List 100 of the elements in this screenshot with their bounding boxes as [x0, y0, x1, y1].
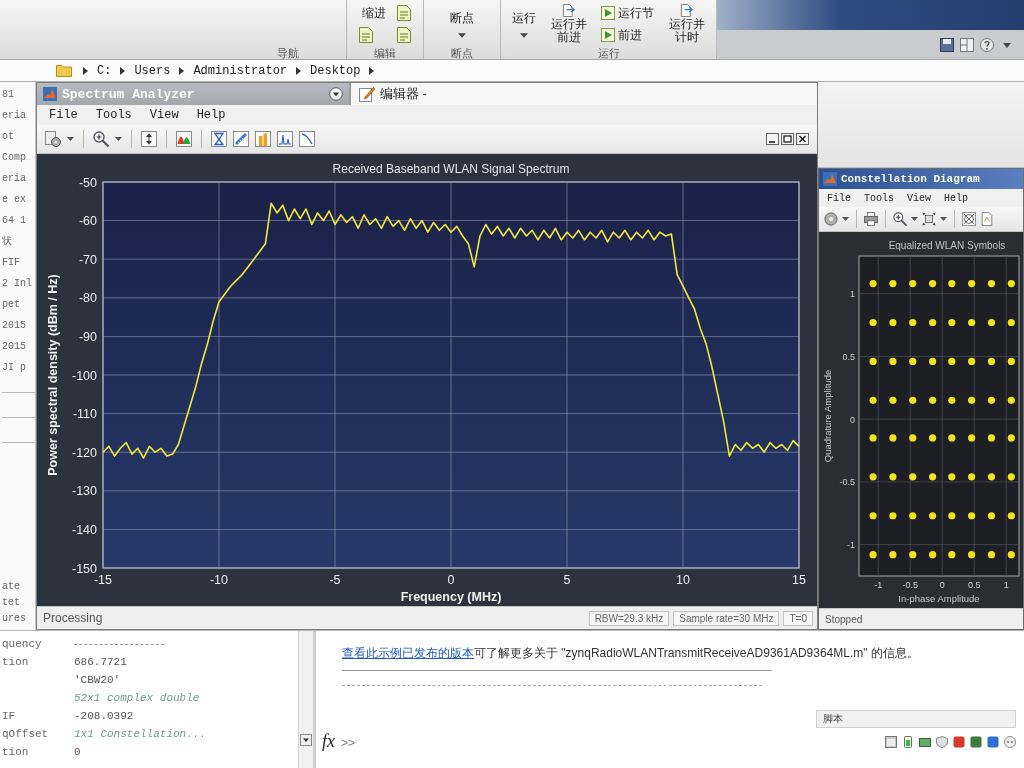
y-tick-label: -120	[71, 445, 97, 460]
curve-icon[interactable]	[299, 131, 315, 147]
status-field: Sample rate=30 MHz	[673, 610, 780, 626]
x-tick-label: -0.5	[902, 580, 918, 590]
status-text: Stopped	[825, 613, 863, 625]
ring-icon[interactable]	[824, 212, 838, 226]
x-tick-label: 15	[792, 573, 806, 587]
menu-item[interactable]: View	[147, 107, 181, 123]
window-icon[interactable]	[885, 736, 897, 748]
spectrum-icon[interactable]	[176, 131, 192, 147]
menu-item[interactable]: Help	[194, 107, 228, 123]
y-tick-label: 0	[850, 414, 855, 425]
panel-text: FIF	[2, 256, 20, 269]
save-icon[interactable]	[940, 37, 954, 52]
x-tick-label: 0	[939, 580, 945, 590]
chevron-icon[interactable]	[120, 66, 126, 75]
shield-icon[interactable]	[936, 736, 948, 748]
window-title: Spectrum Analyzer	[62, 86, 195, 102]
ribbon-button[interactable]: 运行节	[598, 3, 658, 23]
menu-item[interactable]: Help	[942, 191, 971, 205]
ribbon-group-label: 编辑	[374, 46, 396, 61]
chevron-icon[interactable]	[83, 66, 88, 75]
address-bar[interactable]: C: Users Administrator Desktop	[0, 60, 1024, 82]
page-icon[interactable]	[397, 27, 411, 43]
path-segment[interactable]: Desktop	[308, 62, 363, 79]
crossed-circle-icon[interactable]	[962, 212, 976, 226]
ribbon-button[interactable]: 前进	[598, 25, 658, 45]
dots-circle-icon[interactable]	[1004, 736, 1016, 748]
menu-item[interactable]: File	[825, 191, 853, 205]
ribbon-button[interactable]: 运行并计时	[665, 3, 709, 45]
caret-icon[interactable]	[911, 217, 918, 221]
y-tick-label: 1	[850, 289, 855, 300]
document-arrow-icon	[680, 4, 694, 17]
minimize-icon[interactable]	[766, 133, 779, 145]
bar-chart-icon[interactable]	[255, 131, 271, 147]
ribbon-button[interactable]: 运行并前进	[547, 3, 591, 45]
published-version-link[interactable]: 查看此示例已发布的版本	[342, 646, 474, 660]
variable-name: quency	[2, 638, 42, 650]
path-segment[interactable]: C:	[95, 62, 114, 79]
caret-icon[interactable]	[67, 137, 74, 141]
info-message: 查看此示例已发布的版本可了解更多关于 "zynqRadioWLANTransmitReceiveAD9361AD9364ML.m" 的信息。	[342, 645, 919, 662]
ribbon-button[interactable]: 缩进	[359, 3, 389, 23]
ribbon-dropdown-button[interactable]: 断点	[447, 4, 477, 44]
page-icon[interactable]	[397, 5, 411, 21]
app-icon[interactable]	[953, 736, 965, 748]
panel-text: 2015	[2, 340, 26, 353]
play-icon	[601, 6, 616, 20]
app-icon[interactable]	[970, 736, 982, 748]
variable-name: ures	[2, 612, 26, 625]
page-icon[interactable]	[359, 27, 373, 43]
line-chart-icon[interactable]	[277, 131, 293, 147]
x-tick-label: 1	[1003, 580, 1009, 590]
printer-icon[interactable]	[864, 212, 878, 226]
page-disc-icon[interactable]	[45, 131, 61, 147]
chevron-icon[interactable]	[296, 66, 302, 75]
vertical-arrows-icon[interactable]	[141, 131, 157, 147]
ruler-icon[interactable]	[233, 131, 249, 147]
function-browser-button[interactable]: fx	[322, 731, 335, 752]
hourglass-icon[interactable]	[211, 131, 227, 147]
chevron-icon[interactable]	[369, 66, 375, 75]
y-tick-label: -90	[78, 329, 97, 344]
panel-text: eria	[2, 109, 26, 122]
variable-name: tion	[2, 746, 29, 758]
document-icon[interactable]	[980, 212, 994, 226]
layout-icon[interactable]	[960, 37, 974, 52]
panel-text: 81	[2, 88, 14, 101]
path-segment[interactable]: Administrator	[191, 62, 290, 79]
battery-icon[interactable]	[902, 736, 914, 748]
maximize-icon[interactable]	[781, 133, 794, 145]
zoom-icon[interactable]	[93, 131, 109, 147]
ribbon-dropdown-button[interactable]: 运行	[509, 4, 539, 44]
y-tick-label: -60	[78, 214, 97, 229]
path-segment[interactable]: Users	[132, 62, 173, 79]
zoom-icon[interactable]	[893, 212, 907, 226]
fit-arrows-icon[interactable]	[922, 212, 936, 226]
logo-icon	[823, 172, 837, 186]
variable-name: tion	[2, 656, 29, 668]
variable-value: 1x1 Constellation...	[74, 728, 207, 740]
editor-tab[interactable]: 编辑器 -	[349, 83, 817, 105]
scrollbar[interactable]	[298, 631, 313, 768]
menu-item[interactable]: Tools	[862, 191, 897, 205]
menu-item[interactable]: Tools	[93, 107, 134, 123]
play-icon	[601, 28, 616, 42]
y-tick-label: -100	[71, 368, 97, 383]
panel-text: eria	[2, 172, 26, 185]
dropdown-icon[interactable]	[329, 87, 343, 101]
menu-item[interactable]: View	[905, 191, 934, 205]
caret-icon[interactable]	[842, 217, 849, 221]
menu-item[interactable]: File	[47, 107, 80, 123]
app-icon[interactable]	[919, 736, 931, 748]
caret-icon[interactable]	[115, 137, 122, 141]
help-icon[interactable]	[980, 37, 994, 52]
chevron-icon[interactable]	[179, 66, 185, 75]
panel-text: pet	[2, 298, 20, 311]
scroll-down-icon[interactable]	[300, 734, 312, 746]
app-icon[interactable]	[987, 736, 999, 748]
y-tick-label: -110	[72, 407, 97, 422]
caret-icon	[520, 33, 528, 38]
caret-icon[interactable]	[940, 217, 947, 221]
close-icon[interactable]	[796, 133, 809, 145]
